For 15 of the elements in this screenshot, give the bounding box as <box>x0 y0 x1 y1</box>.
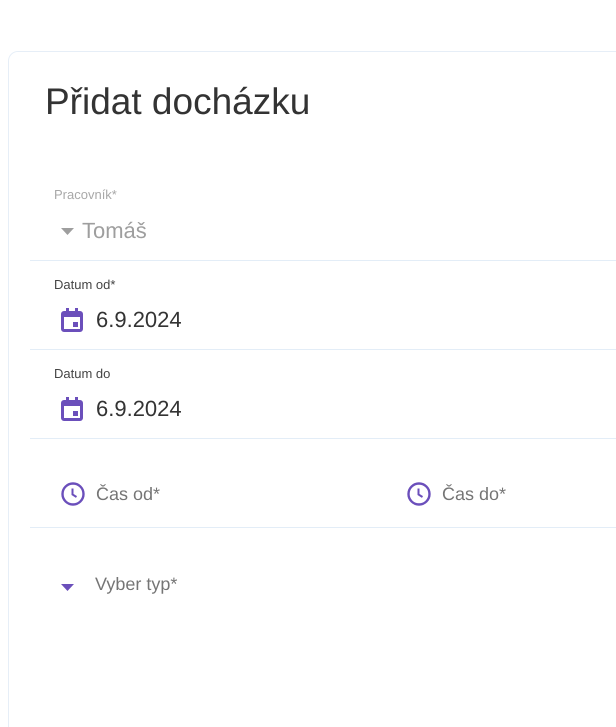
time-field[interactable]: Čas do* <box>400 480 616 508</box>
clock-icon <box>61 482 85 506</box>
caret-icon <box>61 584 74 590</box>
dialog-title: Přidat docházku <box>44 80 312 124</box>
calendar-icon <box>61 397 83 421</box>
caret-icon <box>61 228 74 234</box>
select-field[interactable]: Vyber typ* <box>54 570 614 598</box>
date-field[interactable]: 6.9.2024 <box>54 306 614 334</box>
clock-icon <box>407 482 431 506</box>
field-label: Datum od* <box>54 277 116 293</box>
calendar-icon <box>61 308 83 332</box>
time-field[interactable]: Čas od* <box>54 480 400 508</box>
field-label: Pracovník* <box>54 187 117 203</box>
field-label: Datum do <box>54 366 110 382</box>
date-field[interactable]: 6.9.2024 <box>54 395 614 423</box>
